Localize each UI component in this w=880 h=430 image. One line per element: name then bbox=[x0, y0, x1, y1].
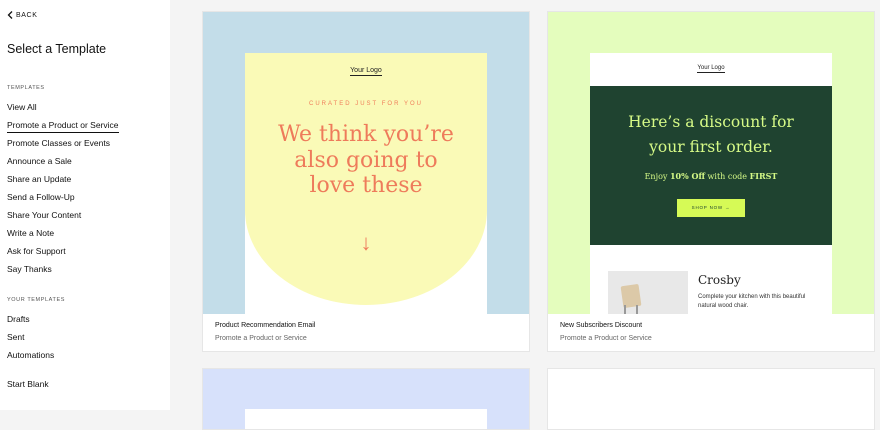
your-templates-section-header: YOUR TEMPLATES bbox=[7, 297, 66, 303]
nav-send-follow-up[interactable]: Send a Follow-Up bbox=[7, 192, 75, 203]
template-card[interactable] bbox=[202, 368, 530, 430]
template-card[interactable] bbox=[547, 368, 875, 430]
nav-say-thanks[interactable]: Say Thanks bbox=[7, 264, 52, 275]
page-title: Select a Template bbox=[7, 42, 107, 56]
chevron-left-icon bbox=[7, 11, 13, 19]
nav-write-note[interactable]: Write a Note bbox=[7, 228, 54, 239]
product-image bbox=[608, 271, 688, 314]
nav-ask-support[interactable]: Ask for Support bbox=[7, 246, 66, 257]
sidebar: BACK Select a Template TEMPLATES View Al… bbox=[0, 0, 170, 410]
offer-text: Enjoy 10% Off with code FIRST bbox=[644, 171, 778, 181]
product-description: Complete your kitchen with this beautifu… bbox=[698, 294, 806, 309]
discount-panel: Here’s a discount for your first order. … bbox=[590, 86, 832, 245]
template-card-product-recommendation[interactable]: Your Logo CURATED JUST FOR YOU We think … bbox=[202, 11, 530, 352]
template-preview[interactable]: Your Logo CURATED JUST FOR YOU We think … bbox=[203, 12, 529, 314]
back-label: BACK bbox=[16, 11, 38, 19]
nav-announce-sale[interactable]: Announce a Sale bbox=[7, 156, 72, 167]
template-title: Product Recommendation Email bbox=[215, 322, 316, 329]
nav-promote-product[interactable]: Promote a Product or Service bbox=[7, 120, 119, 133]
product-name: Crosby bbox=[698, 273, 741, 287]
template-title: New Subscribers Discount bbox=[560, 322, 643, 329]
nav-drafts[interactable]: Drafts bbox=[7, 314, 30, 325]
nav-sent[interactable]: Sent bbox=[7, 332, 25, 343]
nav-share-update[interactable]: Share an Update bbox=[7, 174, 71, 185]
email-headline: Here’s a discount for your first order. bbox=[628, 113, 794, 156]
nav-automations[interactable]: Automations bbox=[7, 350, 54, 361]
nav-promote-classes[interactable]: Promote Classes or Events bbox=[7, 138, 110, 149]
nav-view-all[interactable]: View All bbox=[7, 102, 37, 113]
email-headline: We think you’re also going to love these bbox=[278, 122, 454, 198]
email-body bbox=[245, 409, 487, 429]
nav-start-blank[interactable]: Start Blank bbox=[7, 379, 49, 390]
template-preview[interactable] bbox=[203, 369, 529, 429]
back-button[interactable]: BACK bbox=[7, 11, 37, 19]
email-eyebrow: CURATED JUST FOR YOU bbox=[308, 101, 423, 107]
arrow-down-icon: ↓ bbox=[360, 230, 372, 255]
templates-section-header: TEMPLATES bbox=[7, 85, 45, 91]
template-card-new-subscribers-discount[interactable]: Your Logo Here’s a discount for your fir… bbox=[547, 11, 875, 352]
template-category: Promote a Product or Service bbox=[215, 335, 307, 342]
template-preview[interactable] bbox=[548, 369, 874, 429]
template-preview[interactable]: Your Logo Here’s a discount for your fir… bbox=[548, 12, 874, 314]
email-logo: Your Logo bbox=[350, 67, 382, 76]
template-gallery: Your Logo CURATED JUST FOR YOU We think … bbox=[170, 0, 880, 430]
email-logo: Your Logo bbox=[697, 65, 725, 73]
template-category: Promote a Product or Service bbox=[560, 335, 652, 342]
shop-now-button: SHOP NOW → bbox=[677, 199, 745, 217]
nav-share-content[interactable]: Share Your Content bbox=[7, 210, 81, 221]
